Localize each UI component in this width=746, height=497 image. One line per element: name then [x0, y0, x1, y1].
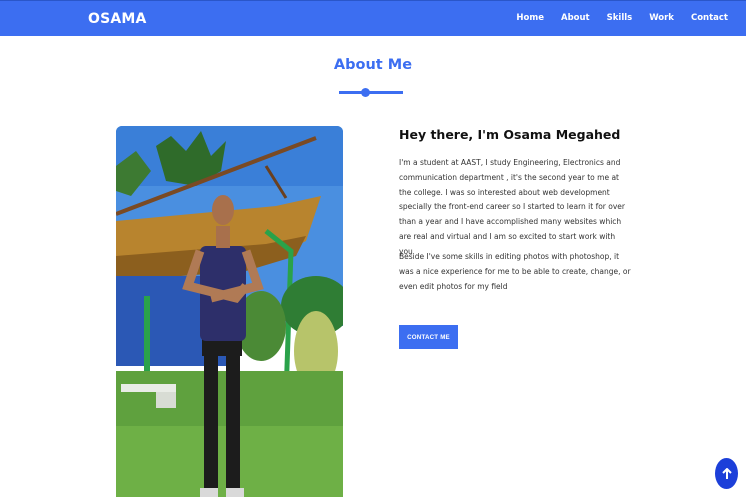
nav-link-about[interactable]: About	[561, 13, 590, 23]
about-heading: Hey there, I'm Osama Megahed	[399, 127, 621, 142]
nav-links: Home About Skills Work Contact	[499, 13, 728, 23]
contact-me-button[interactable]: CONTACT ME	[399, 325, 458, 349]
nav-link-skills[interactable]: Skills	[607, 13, 633, 23]
title-divider	[339, 91, 403, 94]
scroll-to-top-button[interactable]	[715, 458, 738, 489]
section-title: About Me	[333, 57, 413, 73]
profile-photo	[116, 126, 343, 497]
nav-link-work[interactable]: Work	[649, 13, 674, 23]
nav-link-contact[interactable]: Contact	[691, 13, 728, 23]
title-divider-dot	[361, 88, 370, 97]
navbar: OSAMA Home About Skills Work Contact	[0, 0, 746, 36]
nav-link-home[interactable]: Home	[516, 13, 544, 23]
arrow-up-icon	[721, 467, 732, 479]
about-paragraph-2: Beside I've some skills in editing photo…	[399, 252, 631, 291]
brand-logo[interactable]: OSAMA	[88, 11, 147, 27]
about-paragraph-1: I'm a student at AAST, I study Engineeri…	[399, 158, 625, 256]
